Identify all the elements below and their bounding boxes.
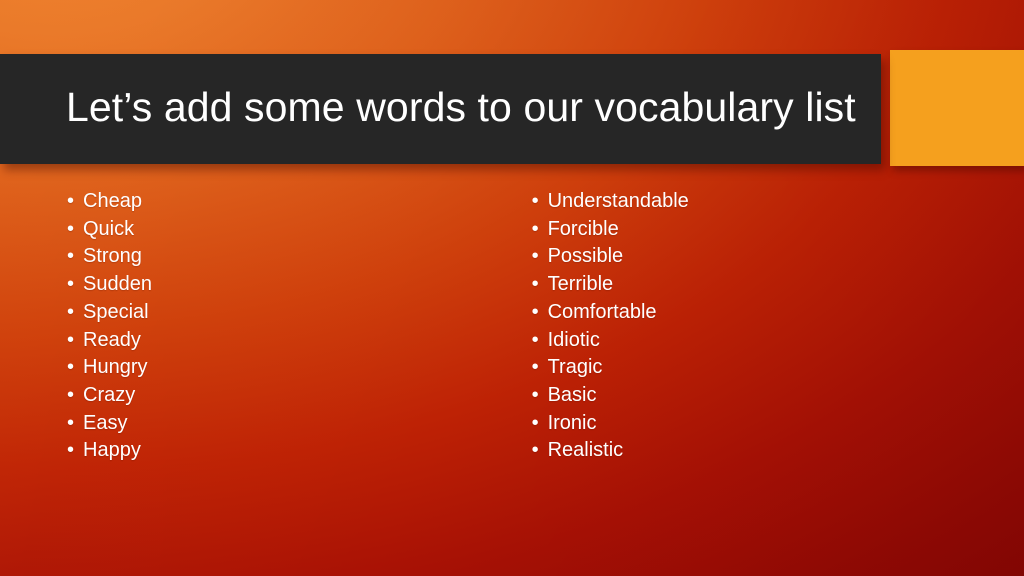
list-item: • Happy: [67, 437, 465, 465]
list-item: • Strong: [67, 243, 465, 271]
list-item-label: Realistic: [547, 439, 624, 462]
list-item-label: Strong: [83, 245, 142, 268]
bullet-icon: •: [67, 411, 75, 434]
slide-body: • Cheap • Quick • Strong • Sudden • Spec…: [0, 188, 1024, 488]
list-item: • Sudden: [67, 271, 465, 299]
bullet-icon: •: [67, 300, 75, 323]
list-item-label: Quick: [83, 217, 135, 240]
list-item: • Realistic: [532, 437, 1024, 465]
bullet-icon: •: [531, 383, 539, 406]
list-item: • Hungry: [67, 354, 465, 382]
list-item: • Crazy: [67, 382, 465, 410]
list-item-label: Crazy: [83, 383, 136, 406]
right-column: • Understandable • Forcible • Possible •…: [465, 188, 1024, 488]
list-item-label: Understandable: [547, 190, 689, 212]
bullet-icon: •: [531, 273, 539, 296]
list-item-label: Ironic: [547, 411, 597, 434]
list-item-label: Ready: [83, 328, 141, 351]
list-item: • Understandable: [532, 188, 1024, 216]
list-item: • Possible: [532, 243, 1024, 271]
bullet-icon: •: [67, 439, 75, 462]
list-item-label: Sudden: [83, 273, 152, 296]
list-item: • Ironic: [532, 410, 1024, 438]
list-item: • Basic: [532, 382, 1024, 410]
bullet-icon: •: [67, 383, 75, 406]
list-item: • Easy: [67, 410, 465, 438]
slide-title-bar: Let’s add some words to our vocabulary l…: [0, 54, 881, 164]
list-item-label: Happy: [83, 439, 141, 462]
list-item-label: Comfortable: [547, 300, 657, 323]
bullet-icon: •: [67, 273, 75, 296]
list-item-label: Cheap: [83, 190, 142, 212]
list-item: • Forcible: [532, 216, 1024, 244]
list-item: • Cheap: [67, 188, 465, 216]
bullet-icon: •: [531, 245, 539, 268]
list-item-label: Forcible: [547, 217, 619, 240]
list-item-label: Terrible: [547, 273, 614, 296]
list-item: • Ready: [67, 327, 465, 355]
list-item-label: Easy: [83, 411, 128, 434]
list-item: • Quick: [67, 216, 465, 244]
list-item-label: Possible: [547, 245, 624, 268]
bullet-icon: •: [67, 328, 75, 351]
list-item: • Idiotic: [532, 327, 1024, 355]
list-item: • Terrible: [532, 271, 1024, 299]
right-bullet-list: • Understandable • Forcible • Possible •…: [532, 188, 1024, 465]
accent-block-decoration: [890, 50, 1024, 166]
bullet-icon: •: [67, 217, 75, 240]
list-item: • Comfortable: [532, 299, 1024, 327]
bullet-icon: •: [531, 439, 539, 462]
bullet-icon: •: [531, 190, 539, 212]
bullet-icon: •: [531, 411, 539, 434]
list-item-label: Special: [83, 300, 149, 323]
bullet-icon: •: [531, 217, 539, 240]
bullet-icon: •: [67, 245, 75, 268]
bullet-icon: •: [531, 356, 539, 379]
list-item-label: Hungry: [83, 356, 148, 379]
left-column: • Cheap • Quick • Strong • Sudden • Spec…: [0, 188, 465, 488]
list-item-label: Idiotic: [547, 328, 600, 351]
list-item-label: Tragic: [547, 356, 603, 379]
list-item-label: Basic: [547, 383, 597, 406]
bullet-icon: •: [531, 328, 539, 351]
bullet-icon: •: [67, 356, 75, 379]
bullet-icon: •: [67, 190, 75, 212]
left-bullet-list: • Cheap • Quick • Strong • Sudden • Spec…: [67, 188, 465, 465]
presentation-slide: Let’s add some words to our vocabulary l…: [0, 0, 1024, 576]
list-item: • Tragic: [532, 354, 1024, 382]
list-item: • Special: [67, 299, 465, 327]
slide-title: Let’s add some words to our vocabulary l…: [66, 84, 856, 131]
bullet-icon: •: [531, 300, 539, 323]
